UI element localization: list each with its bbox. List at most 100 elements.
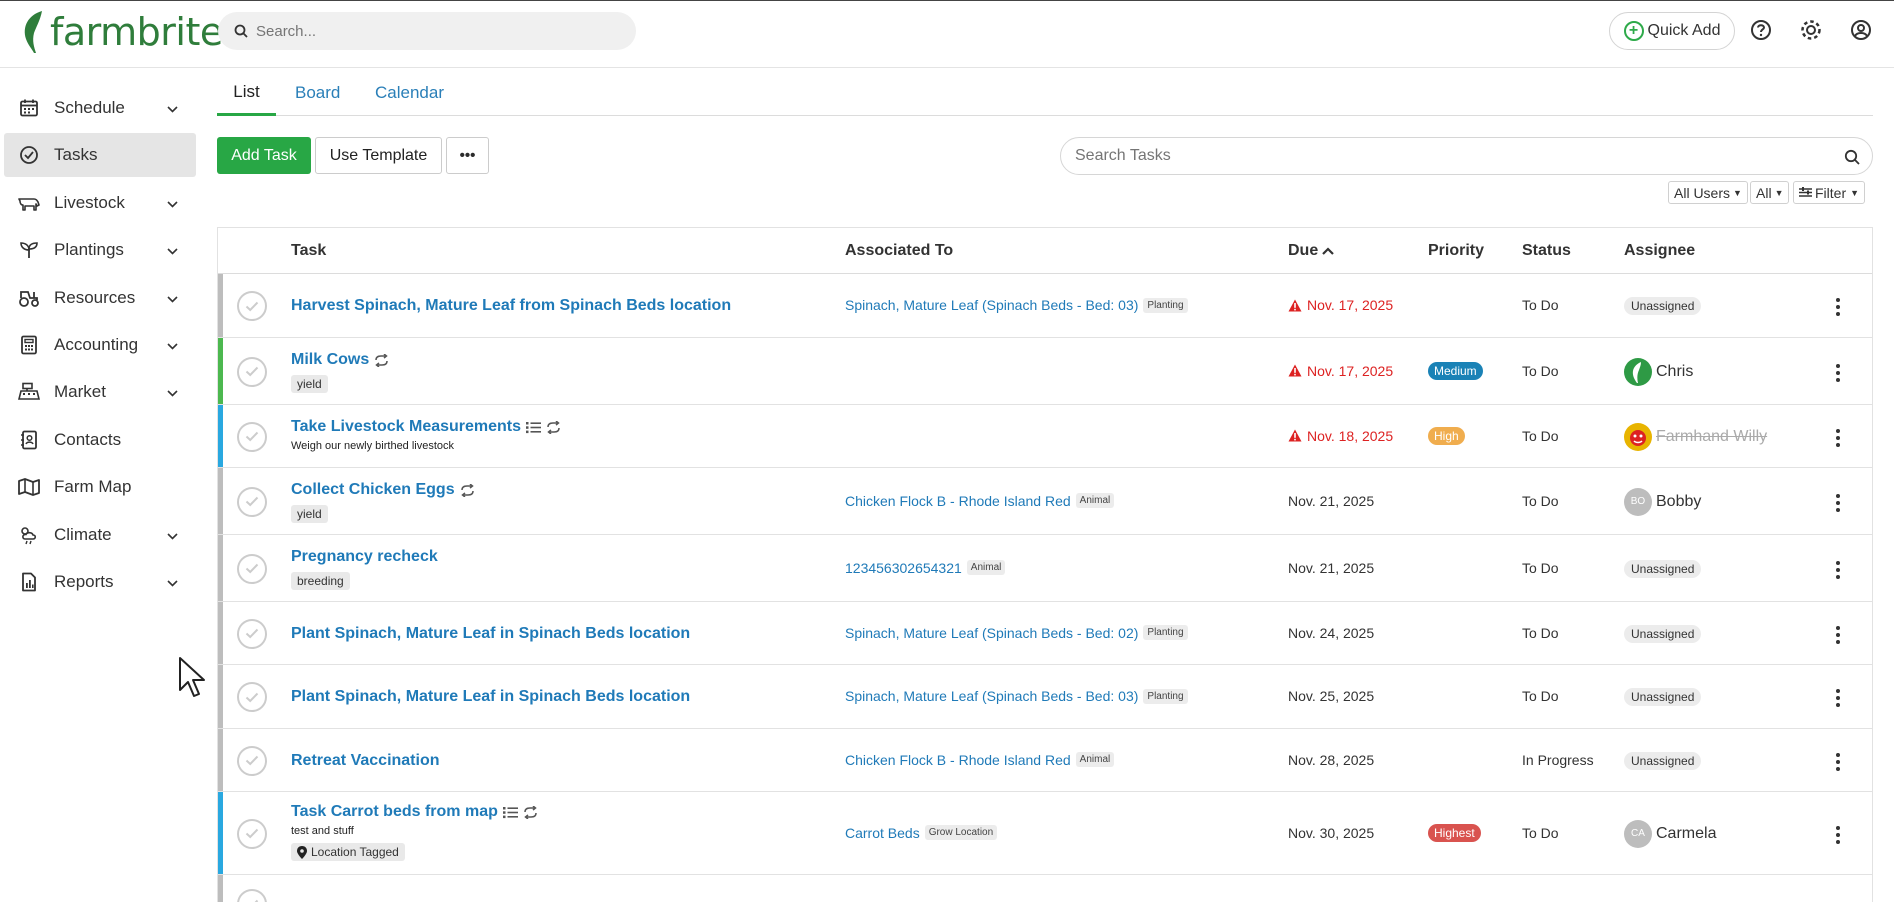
complete-task-checkbox[interactable]: [237, 818, 267, 849]
status-text[interactable]: To Do: [1522, 363, 1559, 379]
status-text[interactable]: To Do: [1522, 428, 1559, 444]
sidebar-item-contacts[interactable]: Contacts: [4, 418, 196, 462]
row-actions-kebab-icon[interactable]: [1835, 363, 1841, 382]
assignee[interactable]: Chris: [1624, 357, 1693, 386]
all-users-dropdown[interactable]: All Users ▼: [1668, 181, 1748, 204]
sidebar-item-reports[interactable]: Reports: [4, 560, 196, 604]
row-actions-kebab-icon[interactable]: [1835, 298, 1841, 316]
task-search[interactable]: [1060, 137, 1873, 175]
associated-link[interactable]: 123456302654321 Animal: [845, 560, 1006, 576]
column-header-assignee[interactable]: Assignee: [1624, 242, 1695, 260]
use-template-button[interactable]: Use Template: [315, 137, 442, 174]
assignee[interactable]: Unassigned: [1624, 751, 1702, 770]
table-row[interactable]: Take Livestock Measurements Weigh our new…: [218, 405, 1872, 468]
task-title-link[interactable]: Plant Spinach, Mature Leaf in Spinach Be…: [291, 688, 690, 706]
task-title-link[interactable]: Retreat Vaccination: [291, 752, 440, 770]
chevron-down-icon[interactable]: [167, 384, 178, 401]
task-title-link[interactable]: Plant Spinach, Mature Leaf in Spinach Be…: [291, 625, 690, 643]
more-options-button[interactable]: •••: [446, 137, 489, 174]
sidebar-item-schedule[interactable]: Schedule: [4, 86, 196, 130]
sidebar-item-farm-map[interactable]: Farm Map: [4, 465, 196, 509]
table-row[interactable]: Plant Spinach, Mature Leaf in Spinach Be…: [218, 602, 1872, 665]
chevron-down-icon[interactable]: [167, 242, 178, 259]
status-text[interactable]: To Do: [1522, 560, 1559, 576]
sidebar-item-tasks[interactable]: Tasks: [4, 133, 196, 178]
row-actions-kebab-icon[interactable]: [1835, 493, 1841, 512]
task-title-link[interactable]: Task Carrot beds from map: [291, 803, 538, 821]
chevron-down-icon[interactable]: [167, 100, 178, 117]
table-row[interactable]: Task Carrot beds from map test and stuff L…: [218, 792, 1872, 875]
status-text[interactable]: In Progress: [1522, 752, 1594, 768]
status-text[interactable]: To Do: [1522, 625, 1559, 641]
table-row[interactable]: Collect Chicken Eggs yield Chicken Flock B…: [218, 468, 1872, 535]
complete-task-checkbox[interactable]: [237, 291, 267, 321]
sidebar-item-livestock[interactable]: Livestock: [4, 181, 196, 225]
assignee[interactable]: Unassigned: [1624, 559, 1702, 578]
row-actions-kebab-icon[interactable]: [1835, 752, 1841, 771]
table-row-partial[interactable]: [218, 875, 1872, 902]
chevron-down-icon[interactable]: [167, 337, 178, 354]
column-header-due[interactable]: Due: [1288, 242, 1335, 260]
quick-add-button[interactable]: + Quick Add: [1609, 12, 1735, 50]
complete-task-checkbox[interactable]: [237, 486, 267, 517]
task-title-link[interactable]: Harvest Spinach, Mature Leaf from Spinac…: [291, 297, 731, 315]
associated-link[interactable]: Spinach, Mature Leaf (Spinach Beds - Bed…: [845, 297, 1188, 313]
assignee[interactable]: BO Bobby: [1624, 487, 1701, 516]
complete-task-checkbox[interactable]: [237, 421, 267, 452]
filter-dropdown[interactable]: Filter ▼: [1793, 181, 1866, 204]
task-title-link[interactable]: Pregnancy recheck: [291, 548, 438, 566]
column-header-associated[interactable]: Associated To: [845, 242, 953, 260]
status-text[interactable]: To Do: [1522, 493, 1559, 509]
column-header-status[interactable]: Status: [1522, 242, 1571, 260]
assignee[interactable]: Unassigned: [1624, 297, 1702, 315]
chevron-down-icon[interactable]: [167, 290, 178, 307]
row-actions-kebab-icon[interactable]: [1835, 689, 1841, 707]
global-search[interactable]: [218, 12, 636, 50]
row-actions-kebab-icon[interactable]: [1835, 825, 1841, 844]
sidebar-item-market[interactable]: Market: [4, 370, 196, 414]
complete-task-checkbox[interactable]: [237, 745, 267, 776]
user-account-icon[interactable]: [1848, 17, 1874, 43]
sidebar-item-accounting[interactable]: Accounting: [4, 323, 196, 367]
table-row[interactable]: Plant Spinach, Mature Leaf in Spinach Be…: [218, 665, 1872, 729]
assignee[interactable]: Unassigned: [1624, 688, 1702, 706]
task-title-link[interactable]: Take Livestock Measurements: [291, 418, 561, 436]
row-actions-kebab-icon[interactable]: [1835, 625, 1841, 644]
help-icon[interactable]: [1748, 17, 1774, 43]
gear-icon[interactable]: [1798, 17, 1824, 43]
task-search-input[interactable]: [1075, 147, 1815, 165]
chevron-down-icon[interactable]: [167, 527, 178, 544]
status-text[interactable]: To Do: [1522, 825, 1559, 841]
assignee[interactable]: Unassigned: [1624, 624, 1702, 643]
associated-link[interactable]: Spinach, Mature Leaf (Spinach Beds - Bed…: [845, 688, 1188, 704]
tab-board[interactable]: Board: [279, 70, 356, 116]
column-header-priority[interactable]: Priority: [1428, 242, 1484, 260]
all-dropdown[interactable]: All ▼: [1750, 181, 1790, 204]
complete-task-checkbox[interactable]: [237, 889, 267, 902]
tab-calendar[interactable]: Calendar: [359, 70, 460, 116]
complete-task-checkbox[interactable]: [237, 618, 267, 649]
table-row[interactable]: Retreat Vaccination Chicken Flock B - Rho…: [218, 729, 1872, 792]
assignee[interactable]: CA Carmela: [1624, 819, 1716, 848]
task-title-link[interactable]: Collect Chicken Eggs: [291, 481, 475, 499]
task-title-link[interactable]: Milk Cows: [291, 351, 389, 369]
status-text[interactable]: To Do: [1522, 297, 1559, 313]
tab-list[interactable]: List: [217, 70, 276, 116]
table-row[interactable]: Pregnancy recheck breeding 123456302654321…: [218, 535, 1872, 602]
assignee[interactable]: Farmhand Willy: [1624, 422, 1767, 451]
sidebar-item-resources[interactable]: Resources: [4, 276, 196, 320]
global-search-input[interactable]: [256, 22, 616, 40]
search-icon[interactable]: [1844, 149, 1860, 165]
associated-link[interactable]: Chicken Flock B - Rhode Island Red Animal: [845, 493, 1115, 509]
chevron-down-icon[interactable]: [167, 574, 178, 591]
complete-task-checkbox[interactable]: [237, 682, 267, 712]
associated-link[interactable]: Carrot Beds Grow Location: [845, 825, 998, 841]
row-actions-kebab-icon[interactable]: [1835, 560, 1841, 579]
status-text[interactable]: To Do: [1522, 688, 1559, 704]
complete-task-checkbox[interactable]: [237, 553, 267, 584]
associated-link[interactable]: Chicken Flock B - Rhode Island Red Animal: [845, 752, 1115, 768]
add-task-button[interactable]: Add Task: [217, 137, 311, 174]
row-actions-kebab-icon[interactable]: [1835, 428, 1841, 447]
farmbrite-logo[interactable]: farmbrite: [20, 7, 223, 57]
table-row[interactable]: Harvest Spinach, Mature Leaf from Spinac…: [218, 274, 1872, 338]
